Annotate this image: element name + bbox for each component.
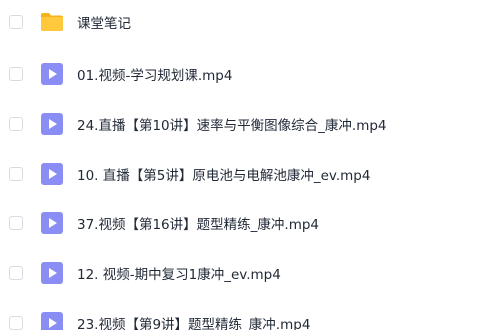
checkbox[interactable] — [9, 316, 23, 330]
checkbox[interactable] — [9, 15, 23, 29]
list-item-video[interactable]: 01.视频-学习规划课.mp4 — [0, 54, 482, 94]
file-name[interactable]: 课堂笔记 — [77, 12, 131, 32]
video-file-icon — [40, 261, 64, 285]
checkbox[interactable] — [9, 67, 23, 81]
list-item-folder[interactable]: 课堂笔记 — [0, 2, 482, 42]
file-name[interactable]: 01.视频-学习规划课.mp4 — [77, 64, 232, 84]
checkbox[interactable] — [9, 117, 23, 131]
list-item-video[interactable]: 24.直播【第10讲】速率与平衡图像综合_康冲.mp4 — [0, 104, 482, 144]
file-list: 课堂笔记 01.视频-学习规划课.mp4 24.直播【第10讲】速率与平衡图像综… — [0, 0, 482, 330]
file-name[interactable]: 24.直播【第10讲】速率与平衡图像综合_康冲.mp4 — [77, 114, 387, 134]
checkbox[interactable] — [9, 167, 23, 181]
list-item-video[interactable]: 23.视频【第9讲】题型精练_康冲.mp4 — [0, 303, 482, 330]
file-name[interactable]: 37.视频【第16讲】题型精练_康冲.mp4 — [77, 213, 319, 233]
video-file-icon — [40, 112, 64, 136]
file-name[interactable]: 10. 直播【第5讲】原电池与电解池康冲_ev.mp4 — [77, 164, 370, 184]
file-name[interactable]: 23.视频【第9讲】题型精练_康冲.mp4 — [77, 313, 310, 330]
video-file-icon — [40, 62, 64, 86]
file-name[interactable]: 12. 视频-期中复习1康冲_ev.mp4 — [77, 263, 281, 283]
video-file-icon — [40, 162, 64, 186]
checkbox[interactable] — [9, 216, 23, 230]
list-item-video[interactable]: 10. 直播【第5讲】原电池与电解池康冲_ev.mp4 — [0, 154, 482, 194]
folder-icon — [40, 10, 64, 34]
video-file-icon — [40, 211, 64, 235]
checkbox[interactable] — [9, 266, 23, 280]
list-item-video[interactable]: 37.视频【第16讲】题型精练_康冲.mp4 — [0, 203, 482, 243]
list-item-video[interactable]: 12. 视频-期中复习1康冲_ev.mp4 — [0, 253, 482, 293]
video-file-icon — [40, 311, 64, 330]
